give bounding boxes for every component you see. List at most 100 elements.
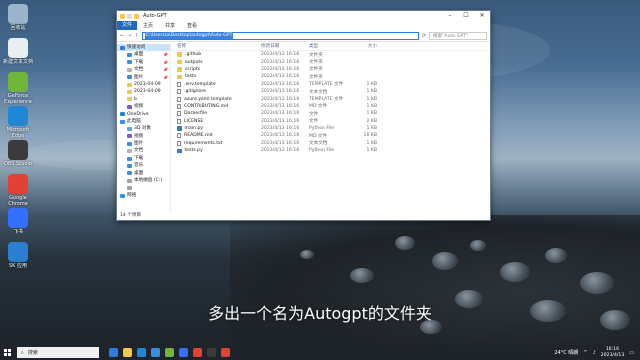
taskbar-app-icon[interactable] — [151, 348, 160, 357]
weather-status[interactable]: 24°C 晴朗 — [554, 349, 578, 356]
file-name-cell: tests.py — [173, 148, 261, 153]
refresh-icon[interactable]: ⟳ — [422, 33, 426, 39]
file-type: 文件夹 — [309, 52, 323, 58]
nav-item[interactable]: 3D 对象 — [117, 125, 170, 132]
nav-item[interactable]: 视频 — [117, 103, 170, 110]
taskbar-app-icon[interactable] — [109, 348, 118, 357]
desktop-icon[interactable]: SK 应用 — [1, 242, 35, 270]
folder-icon[interactable] — [134, 13, 139, 19]
notification-icon[interactable]: ▭ — [629, 350, 634, 356]
folder-icon — [127, 178, 132, 183]
taskbar-app-icon[interactable] — [193, 348, 202, 357]
nav-item[interactable]: 图片 📌 — [117, 74, 170, 81]
taskbar-app-icon[interactable] — [123, 348, 132, 357]
rock — [580, 272, 614, 294]
taskbar-search[interactable]: ⌕ 搜索 — [17, 347, 99, 358]
desktop-icon[interactable]: GeForce Experience — [1, 72, 35, 105]
app-icon — [8, 72, 28, 92]
nav-item-label: OneDrive — [127, 111, 149, 117]
nav-item[interactable]: b — [117, 96, 170, 103]
nav-item[interactable]: 2023-04-09 — [117, 88, 170, 95]
nav-item[interactable]: 文档 — [117, 147, 170, 154]
desktop-icon[interactable]: Microsoft Edge — [1, 106, 35, 139]
desktop-icon[interactable]: 飞书 — [1, 208, 35, 236]
nav-item[interactable]: 本地磁盘 (C:) — [117, 177, 170, 184]
taskbar-app-icon[interactable] — [137, 348, 146, 357]
file-row[interactable]: tests 2023/4/13 16:16 文件夹 — [173, 73, 490, 80]
file-explorer-window[interactable]: Auto-GPT – ☐ ✕ 文件 主页 共享 查看 ← → ↑ C:\User… — [116, 10, 491, 221]
tab-share[interactable]: 共享 — [159, 22, 181, 29]
column-name[interactable]: 名称 — [173, 43, 261, 49]
file-row[interactable]: outputs 2023/4/13 16:16 文件夹 — [173, 58, 490, 65]
file-row[interactable]: .gitignore 2023/4/13 16:16 文本文档 1 KB — [173, 88, 490, 95]
tab-home[interactable]: 主页 — [137, 22, 159, 29]
nav-item[interactable]: 音乐 — [117, 162, 170, 169]
taskbar-app-icon[interactable] — [221, 348, 230, 357]
nav-item[interactable]: OneDrive — [117, 111, 170, 118]
file-row[interactable]: CONTRIBUTING.md 2023/4/13 16:16 MD 文件 1 KB — [173, 103, 490, 110]
desktop-icon[interactable]: OBS Studio — [1, 140, 35, 168]
nav-item[interactable]: 下载 📌 — [117, 59, 170, 66]
back-arrow-icon[interactable]: ← — [120, 33, 124, 39]
file-size: 1 KB — [366, 111, 377, 117]
file-row[interactable]: tests.py 2023/4/13 16:16 Python File 1 KB — [173, 147, 490, 154]
file-name-cell: tests — [173, 74, 261, 79]
taskbar-app-icon[interactable] — [179, 348, 188, 357]
nav-item[interactable]: 桌面 — [117, 170, 170, 177]
desktop-icon[interactable]: 新建文本文档 — [1, 38, 35, 66]
column-size[interactable]: 大小 — [355, 43, 377, 49]
file-name: .github — [185, 52, 202, 58]
nav-item[interactable]: 视频 — [117, 133, 170, 140]
nav-item[interactable]: 快速访问 — [117, 44, 170, 52]
app-icon — [8, 242, 28, 262]
forward-arrow-icon[interactable]: → — [127, 33, 131, 39]
maximize-button[interactable]: ☐ — [458, 11, 474, 21]
folder-icon — [120, 45, 125, 50]
desktop-icon[interactable]: Google Chrome — [1, 174, 35, 207]
nav-item[interactable]: 桌面 📌 — [117, 51, 170, 58]
desktop-icon-label: 回收站 — [10, 25, 26, 31]
start-button[interactable] — [0, 345, 15, 360]
column-type[interactable]: 类型 — [309, 43, 355, 49]
ribbon: 文件 主页 共享 查看 — [117, 21, 490, 30]
nav-item[interactable]: 图片 — [117, 140, 170, 147]
taskbar-app-icon[interactable] — [165, 348, 174, 357]
file-row[interactable]: main.py 2023/4/13 16:16 Python File 1 KB — [173, 125, 490, 132]
file-row[interactable]: scripts 2023/4/13 16:16 文件夹 — [173, 66, 490, 73]
address-bar[interactable]: C:\Users\a\Desktop\autogpt\Auto-GPT — [141, 31, 419, 40]
file-row[interactable]: README.md 2023/4/13 16:16 MD 文件 16 KB — [173, 132, 490, 139]
file-type: 文件夹 — [309, 74, 323, 80]
file-row[interactable]: requirements.txt 2023/4/13 16:16 文本文档 1 KB — [173, 140, 490, 147]
pin-icon: 📌 — [163, 52, 168, 58]
file-row[interactable]: .env.template 2023/4/13 16:16 TEMPLATE 文件 1… — [173, 81, 490, 88]
tab-file[interactable]: 文件 — [117, 21, 138, 30]
chevron-up-icon[interactable]: ^ — [583, 350, 587, 356]
clock[interactable]: 16:16 2023/4/13 — [601, 347, 625, 358]
tab-view[interactable]: 查看 — [181, 22, 203, 29]
address-path[interactable]: C:\Users\a\Desktop\autogpt\Auto-GPT — [144, 32, 234, 39]
close-button[interactable]: ✕ — [474, 11, 490, 21]
video-subtitle: 多出一个名为Autogpt的文件夹 — [208, 304, 432, 323]
check-icon[interactable] — [127, 13, 132, 19]
file-date: 2023/4/13 16:16 — [261, 89, 300, 95]
python-file-icon — [177, 126, 182, 131]
nav-item[interactable]: 网络 — [117, 192, 170, 199]
desktop-icon[interactable]: 回收站 — [1, 4, 35, 32]
file-row[interactable]: Dockerfile 2023/4/13 16:16 文件 1 KB — [173, 110, 490, 117]
search-input[interactable]: 搜索"Auto-GPT" — [429, 31, 487, 40]
up-arrow-icon[interactable]: ↑ — [134, 33, 138, 39]
nav-item[interactable]: 2023-04-09 — [117, 81, 170, 88]
title-bar[interactable]: Auto-GPT – ☐ ✕ — [117, 11, 490, 21]
minimize-button[interactable]: – — [442, 11, 458, 21]
nav-item[interactable] — [117, 184, 170, 191]
nav-item[interactable]: 此电脑 — [117, 118, 170, 125]
volume-icon[interactable]: ♪ — [593, 350, 596, 356]
taskbar-app-icon[interactable] — [207, 348, 216, 357]
file-row[interactable]: LICENSE 2023/4/13 16:16 文件 2 KB — [173, 118, 490, 125]
navigation-pane[interactable]: 快速访问 桌面 📌 下载 📌 文档 📌 图片 📌 2023-04-09 2023-04-09 b 视频 O… — [117, 42, 171, 212]
column-date[interactable]: 修改日期 — [261, 43, 309, 49]
nav-item[interactable]: 文档 📌 — [117, 66, 170, 73]
nav-item[interactable]: 下载 — [117, 155, 170, 162]
file-row[interactable]: .github 2023/4/13 16:16 文件夹 — [173, 51, 490, 58]
file-row[interactable]: azure.yaml.template 2023/4/13 16:16 TEMPLA… — [173, 95, 490, 102]
